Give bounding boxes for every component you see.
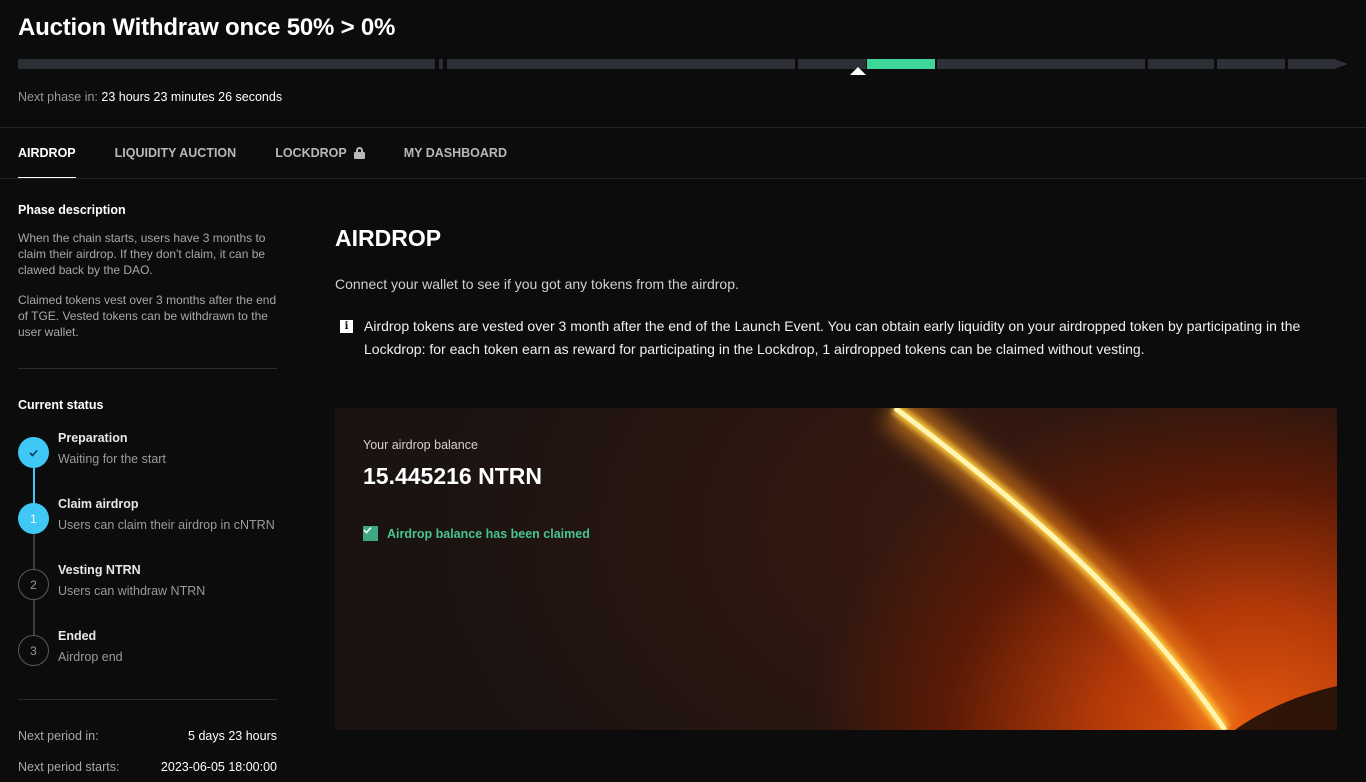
light-streak-graphic bbox=[882, 408, 1337, 730]
phase-timeline bbox=[18, 59, 1348, 69]
step-title: Ended bbox=[58, 629, 97, 643]
timeline-segment bbox=[447, 59, 795, 69]
next-phase-countdown: Next phase in: 23 hours 23 minutes 26 se… bbox=[18, 90, 282, 104]
step-subtitle: Users can claim their airdrop in cNTRN bbox=[58, 518, 275, 532]
step-number: 2 bbox=[18, 569, 49, 600]
check-icon bbox=[18, 437, 49, 468]
tab-liquidity-auction[interactable]: LIQUIDITY AUCTION bbox=[115, 127, 237, 179]
divider bbox=[0, 178, 1366, 179]
divider bbox=[18, 368, 277, 369]
next-period-starts-row: Next period starts: 2023-06-05 18:00:00 bbox=[18, 760, 277, 774]
tab-lockdrop[interactable]: LOCKDROP bbox=[275, 127, 365, 179]
current-status-heading: Current status bbox=[18, 398, 104, 412]
status-step: 1 Claim airdrop Users can claim their ai… bbox=[18, 497, 277, 543]
timeline-segment bbox=[1217, 59, 1285, 69]
next-period-in-value: 5 days 23 hours bbox=[188, 729, 277, 743]
info-icon: i bbox=[340, 320, 353, 333]
step-subtitle: Airdrop end bbox=[58, 650, 123, 664]
step-title: Preparation bbox=[58, 431, 128, 445]
timeline-segment bbox=[1148, 59, 1214, 69]
tab-bar: AIRDROP LIQUIDITY AUCTION LOCKDROP MY DA… bbox=[18, 127, 546, 179]
timeline-segment bbox=[1288, 59, 1334, 69]
tab-my-dashboard[interactable]: MY DASHBOARD bbox=[404, 127, 507, 179]
next-phase-label: Next phase in: bbox=[18, 90, 98, 104]
airdrop-balance-value: 15.445216 NTRN bbox=[363, 463, 542, 489]
next-phase-value: 23 hours 23 minutes 26 seconds bbox=[101, 90, 283, 104]
next-period-in-label: Next period in: bbox=[18, 729, 99, 743]
phase-description-text: Claimed tokens vest over 3 months after … bbox=[18, 293, 277, 339]
step-subtitle: Users can withdraw NTRN bbox=[58, 584, 206, 598]
tab-label: MY DASHBOARD bbox=[403, 146, 507, 160]
claimed-status: Airdrop balance has been claimed bbox=[363, 526, 590, 541]
current-phase-marker-icon bbox=[850, 67, 866, 75]
tab-label: LOCKDROP bbox=[275, 146, 347, 160]
airdrop-balance-card: Your airdrop balance 15.445216 NTRN Aird… bbox=[335, 408, 1337, 730]
phase-description-text: When the chain starts, users have 3 mont… bbox=[18, 231, 266, 277]
lock-icon bbox=[353, 147, 365, 159]
step-title: Claim airdrop bbox=[58, 497, 139, 511]
tab-airdrop[interactable]: AIRDROP bbox=[18, 127, 76, 179]
timeline-segment bbox=[439, 59, 443, 69]
connect-wallet-text: Connect your wallet to see if you got an… bbox=[335, 276, 739, 292]
timeline-arrow-icon bbox=[1334, 59, 1348, 69]
claimed-text: Airdrop balance has been claimed bbox=[387, 526, 590, 541]
next-period-in-row: Next period in: 5 days 23 hours bbox=[18, 729, 277, 743]
page-title: Auction Withdraw once 50% > 0% bbox=[18, 14, 396, 41]
tab-label: AIRDROP bbox=[18, 146, 76, 160]
step-number: 3 bbox=[18, 635, 49, 666]
step-number: 1 bbox=[18, 503, 49, 534]
tab-label: LIQUIDITY AUCTION bbox=[114, 146, 237, 160]
section-title: AIRDROP bbox=[335, 225, 442, 251]
status-step: 2 Vesting NTRN Users can withdraw NTRN bbox=[18, 563, 277, 609]
phase-description-heading: Phase description bbox=[18, 203, 126, 217]
status-step: 3 Ended Airdrop end bbox=[18, 629, 277, 675]
status-step: Preparation Waiting for the start bbox=[18, 431, 277, 477]
checkbox-checked-icon bbox=[363, 526, 378, 541]
step-subtitle: Waiting for the start bbox=[58, 452, 166, 466]
divider bbox=[18, 699, 277, 700]
timeline-segment bbox=[937, 59, 1145, 69]
next-period-starts-label: Next period starts: bbox=[18, 760, 120, 774]
step-title: Vesting NTRN bbox=[58, 563, 141, 577]
timeline-segment-active bbox=[867, 59, 935, 69]
vesting-info-text: Airdrop tokens are vested over 3 month a… bbox=[364, 318, 1301, 357]
next-period-starts-value: 2023-06-05 18:00:00 bbox=[160, 760, 277, 774]
timeline-segment bbox=[18, 59, 435, 69]
balance-label: Your airdrop balance bbox=[363, 438, 478, 452]
